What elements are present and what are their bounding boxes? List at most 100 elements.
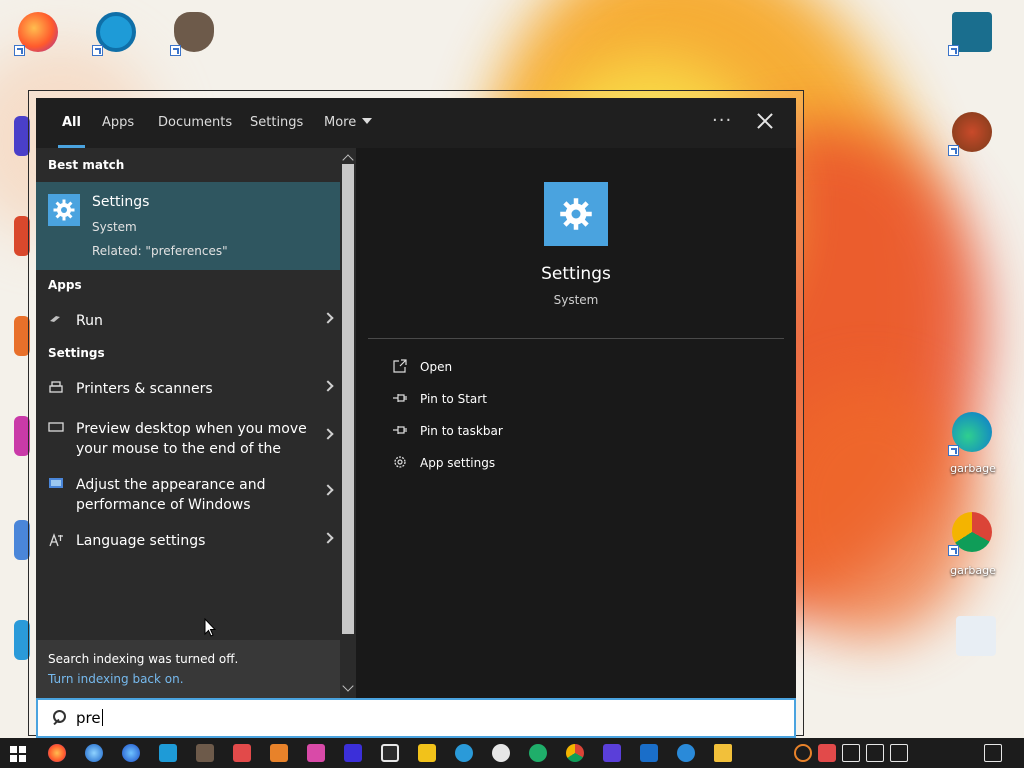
search-query: pre <box>76 709 101 727</box>
action-label: Open <box>420 360 453 374</box>
list-item-printers[interactable]: Printers & scanners <box>36 368 340 408</box>
battery-icon[interactable] <box>842 744 860 762</box>
apps-header: Apps <box>48 278 82 292</box>
firefox-desktop-icon[interactable] <box>14 8 62 56</box>
list-item-preview-desktop[interactable]: Preview desktop when you move your mouse… <box>36 408 340 464</box>
chevron-right-icon[interactable] <box>322 312 334 324</box>
indexing-notice: Search indexing was turned off. Turn ind… <box>36 640 340 698</box>
scrollbar-thumb[interactable] <box>342 164 354 634</box>
shortcut-arrow-icon <box>92 45 103 56</box>
tab-all[interactable]: All <box>58 115 85 148</box>
security-tray-icon[interactable] <box>818 744 836 762</box>
list-item-language[interactable]: Language settings <box>36 520 340 560</box>
performance-icon <box>48 476 64 492</box>
browser-desktop-icon[interactable] <box>92 8 140 56</box>
search-icon <box>52 710 66 724</box>
results-scrollbar[interactable] <box>340 148 356 698</box>
firefox-nightly-taskbar-icon[interactable] <box>122 744 140 762</box>
results-list: Best match Settings System Related: "pre… <box>36 148 340 640</box>
list-item-label: Language settings <box>76 533 206 549</box>
pin-icon <box>392 422 408 438</box>
chevron-right-icon[interactable] <box>322 380 334 392</box>
action-label: Pin to Start <box>420 392 487 406</box>
tab-documents[interactable]: Documents <box>158 115 232 148</box>
tab-more[interactable]: More <box>324 115 373 148</box>
turn-indexing-on-link[interactable]: Turn indexing back on. <box>48 672 184 686</box>
raccoon-desktop-icon[interactable] <box>170 8 218 56</box>
app-taskbar-icon[interactable] <box>455 744 473 762</box>
chevron-right-icon[interactable] <box>322 484 334 496</box>
windows-start-icon[interactable] <box>10 746 26 762</box>
recycle-bin-icon[interactable] <box>952 612 1000 660</box>
notifications-icon[interactable] <box>984 744 1002 762</box>
more-options-icon[interactable]: ··· <box>712 110 732 131</box>
detail-pane: Settings System Open Pin to Start Pin to… <box>356 148 796 698</box>
search-tabs-bar: All Apps Documents Settings More ··· <box>36 98 796 148</box>
app-taskbar-icon[interactable] <box>270 744 288 762</box>
app-taskbar-icon[interactable] <box>529 744 547 762</box>
search-flyout: All Apps Documents Settings More ··· Bes… <box>36 98 796 698</box>
detail-subtitle: System <box>553 293 599 307</box>
desktop-icon-label: garbage <box>950 462 996 475</box>
chrome-desktop-icon[interactable] <box>948 508 996 556</box>
indexing-notice-text: Search indexing was turned off. <box>48 652 239 666</box>
chrome-taskbar-icon[interactable] <box>566 744 584 762</box>
app-taskbar-icon[interactable] <box>233 744 251 762</box>
app-taskbar-icon[interactable] <box>159 744 177 762</box>
pin-icon <box>392 390 408 406</box>
edge-desktop-icon[interactable] <box>948 408 996 456</box>
paint-desktop-icon[interactable] <box>948 108 996 156</box>
settings-gear-icon <box>48 194 80 226</box>
app-taskbar-icon[interactable] <box>677 744 695 762</box>
chevron-down-icon <box>362 118 373 124</box>
best-match-subtitle: System <box>92 220 137 234</box>
app-taskbar-icon[interactable] <box>418 744 436 762</box>
app-taskbar-icon[interactable] <box>492 744 510 762</box>
open-icon <box>392 358 408 374</box>
shortcut-arrow-icon <box>948 45 959 56</box>
search-tray-icon[interactable] <box>794 744 812 762</box>
settings-gear-icon <box>544 182 608 246</box>
app-taskbar-icon[interactable] <box>344 744 362 762</box>
app-taskbar-icon[interactable] <box>640 744 658 762</box>
gear-icon <box>392 454 408 470</box>
app-taskbar-icon[interactable] <box>381 744 399 762</box>
settings-header: Settings <box>48 346 105 360</box>
action-label: Pin to taskbar <box>420 424 503 438</box>
printer-icon <box>48 380 64 396</box>
divider <box>368 338 784 339</box>
network-icon[interactable] <box>866 744 884 762</box>
chevron-right-icon[interactable] <box>322 532 334 544</box>
firefox-taskbar-icon[interactable] <box>48 744 66 762</box>
list-item-appearance[interactable]: Adjust the appearance and performance of… <box>36 464 340 520</box>
shortcut-arrow-icon <box>948 145 959 156</box>
best-match-header: Best match <box>48 158 125 172</box>
language-icon <box>48 532 64 548</box>
firefox-dev-taskbar-icon[interactable] <box>85 744 103 762</box>
shortcut-arrow-icon <box>14 45 25 56</box>
raccoon-taskbar-icon[interactable] <box>196 744 214 762</box>
best-match-title: Settings <box>92 194 150 210</box>
shortcut-arrow-icon <box>170 45 181 56</box>
tab-apps[interactable]: Apps <box>102 115 134 148</box>
search-input[interactable]: pre <box>36 698 796 738</box>
action-label: App settings <box>420 456 496 470</box>
chevron-right-icon[interactable] <box>322 428 334 440</box>
detail-title: Settings <box>541 264 611 284</box>
best-match-result[interactable]: Settings System Related: "preferences" <box>36 182 340 270</box>
app-taskbar-icon[interactable] <box>307 744 325 762</box>
app-taskbar-icon[interactable] <box>603 744 621 762</box>
volume-muted-icon[interactable] <box>890 744 908 762</box>
scroll-down-icon[interactable] <box>342 680 354 692</box>
file-explorer-taskbar-icon[interactable] <box>714 744 732 762</box>
shortcut-arrow-icon <box>948 445 959 456</box>
monitor-icon <box>48 420 64 436</box>
mouse-cursor-icon <box>204 618 216 637</box>
best-match-related: Related: "preferences" <box>92 244 228 258</box>
search-input-value: pre <box>76 709 103 727</box>
list-item-run[interactable]: Run <box>36 300 340 340</box>
close-icon[interactable] <box>754 110 776 132</box>
taskbar <box>0 738 1024 768</box>
tab-settings[interactable]: Settings <box>250 115 303 148</box>
vs-desktop-icon[interactable] <box>948 8 996 56</box>
